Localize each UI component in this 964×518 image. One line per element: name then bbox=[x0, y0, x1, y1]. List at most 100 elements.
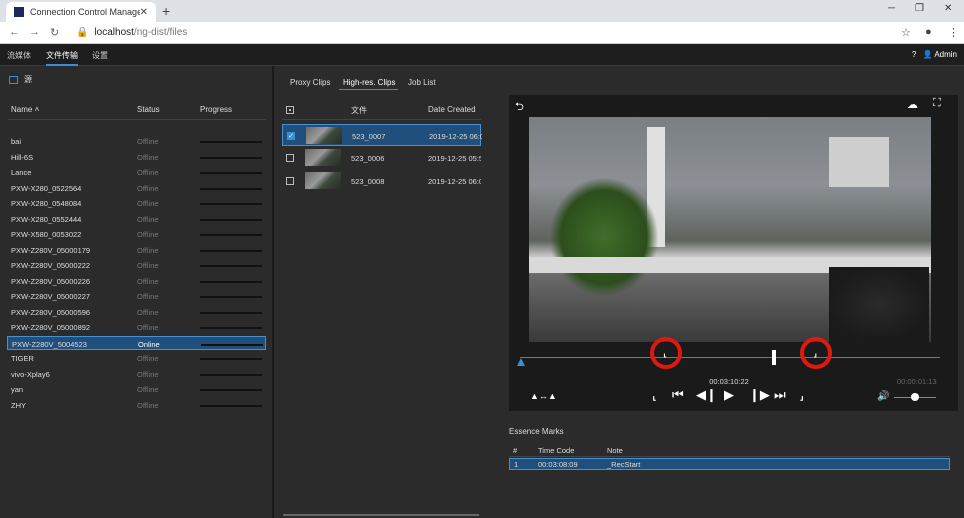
device-status: Offline bbox=[137, 183, 159, 193]
device-progress-bar bbox=[201, 343, 263, 346]
mark-out-icon[interactable]: ⸥ bbox=[813, 346, 817, 359]
window-close-icon[interactable]: ✕ bbox=[944, 3, 952, 14]
go-to-start-icon[interactable]: ⏮ bbox=[672, 387, 684, 403]
device-name: Hill-6S bbox=[11, 152, 34, 162]
set-in-point-icon[interactable]: ⸤ bbox=[652, 387, 657, 403]
video-frame[interactable] bbox=[529, 117, 931, 342]
video-chair bbox=[829, 267, 929, 342]
step-forward-icon[interactable]: ❙▶ bbox=[749, 387, 770, 403]
device-row[interactable]: bai Offline bbox=[7, 134, 266, 148]
device-status: Offline bbox=[137, 307, 159, 317]
tab-job-list[interactable]: Job List bbox=[408, 78, 436, 87]
video-plant bbox=[549, 177, 659, 297]
device-name: yan bbox=[11, 385, 24, 394]
timeline-start-marker-icon[interactable] bbox=[517, 358, 525, 366]
device-status: Offline bbox=[137, 400, 159, 410]
clip-checkbox[interactable] bbox=[286, 154, 294, 162]
play-icon[interactable]: ▶ bbox=[724, 387, 734, 403]
nav-file-transfer[interactable]: 文件传输 bbox=[46, 50, 78, 66]
device-status: Offline bbox=[137, 369, 159, 379]
clip-thumbnail[interactable] bbox=[305, 172, 341, 189]
playhead[interactable] bbox=[772, 350, 776, 365]
device-row[interactable]: PXW-X580_0053022 Offline bbox=[7, 227, 266, 241]
device-row[interactable]: vivo-Xplay6 Offline bbox=[7, 367, 266, 381]
clip-name: 523_0006 bbox=[351, 154, 385, 163]
device-row[interactable]: TIGER Offline bbox=[7, 351, 266, 365]
admin-menu[interactable]: ? 👤 Admin bbox=[912, 50, 957, 59]
device-name: PXW-X580_0053022 bbox=[11, 230, 82, 239]
clip-checkbox[interactable]: ✓ bbox=[287, 132, 295, 140]
clip-thumbnail[interactable] bbox=[306, 127, 342, 144]
forward-icon[interactable]: → bbox=[29, 26, 40, 38]
horizontal-scrollbar[interactable] bbox=[283, 514, 479, 516]
device-row[interactable]: PXW-X280_0548084 Offline bbox=[7, 196, 266, 210]
cloud-upload-icon[interactable]: ☁ bbox=[907, 98, 918, 111]
status-column-header[interactable]: Status bbox=[137, 105, 160, 114]
url-field[interactable]: 🔒 localhost/ng-dist/files bbox=[76, 27, 187, 38]
clip-row[interactable]: 523_0006 2019-12-25 05:5 bbox=[282, 147, 481, 169]
essence-row-tc: 00:03:08:09 bbox=[538, 460, 578, 469]
progress-column-header[interactable]: Progress bbox=[200, 105, 232, 114]
device-row[interactable]: PXW-Z280V_05000226 Offline bbox=[7, 274, 266, 288]
clip-checkbox[interactable] bbox=[286, 177, 294, 185]
new-tab-button[interactable]: + bbox=[162, 3, 170, 19]
minimize-icon[interactable]: ─ bbox=[888, 3, 895, 14]
browser-tab[interactable]: Connection Control Manager ✕ bbox=[6, 2, 156, 22]
bookmark-star-icon[interactable]: ☆ bbox=[901, 26, 911, 39]
essence-row[interactable]: 1 00:03:08:09 _RecStart bbox=[509, 458, 950, 470]
volume-icon[interactable]: 🔊 bbox=[877, 391, 889, 402]
device-progress-bar bbox=[200, 358, 262, 360]
device-name: PXW-Z280V_05000227 bbox=[11, 292, 91, 301]
timeline-track[interactable] bbox=[520, 357, 940, 358]
device-progress-bar bbox=[200, 296, 262, 298]
clip-row[interactable]: 523_0008 2019-12-25 06:0 bbox=[282, 170, 481, 192]
nav-settings[interactable]: 设置 bbox=[92, 50, 108, 61]
device-row[interactable]: Hill-6S Offline bbox=[7, 150, 266, 164]
device-row[interactable]: PXW-X280_0552444 Offline bbox=[7, 212, 266, 226]
device-row[interactable]: ZHY Offline bbox=[7, 398, 266, 412]
tab-proxy-clips[interactable]: Proxy Clips bbox=[290, 78, 330, 87]
clip-date: 2019-12-25 06:0 bbox=[428, 177, 481, 186]
fullscreen-icon[interactable]: ⛶ bbox=[933, 97, 941, 110]
mark-in-icon[interactable]: ⸤ bbox=[663, 346, 667, 359]
back-icon[interactable]: ← bbox=[9, 26, 20, 38]
user-icon: 👤 bbox=[922, 50, 933, 59]
device-row[interactable]: PXW-Z280V_05000222 Offline bbox=[7, 258, 266, 272]
device-row[interactable]: PXW-Z280V_05000179 Offline bbox=[7, 243, 266, 257]
admin-label: Admin bbox=[934, 50, 957, 59]
device-status: Offline bbox=[137, 152, 159, 162]
go-to-end-icon[interactable]: ⏭ bbox=[774, 387, 786, 403]
tab-close-icon[interactable]: ✕ bbox=[140, 7, 148, 18]
file-column-header[interactable]: 文件 bbox=[351, 105, 367, 116]
clip-thumbnail[interactable] bbox=[305, 149, 341, 166]
volume-knob[interactable] bbox=[911, 393, 919, 401]
in-out-range-icon[interactable]: ▲↔▲ bbox=[530, 391, 557, 401]
help-icon[interactable]: ? bbox=[912, 50, 916, 59]
select-all-checkbox[interactable] bbox=[286, 106, 294, 114]
device-row[interactable]: Lance Offline bbox=[7, 165, 266, 179]
device-row[interactable]: PXW-X280_0522564 Offline bbox=[7, 181, 266, 195]
profile-icon[interactable]: ● bbox=[925, 26, 932, 38]
clip-date: 2019-12-25 05:5 bbox=[428, 154, 481, 163]
reload-icon[interactable]: ↻ bbox=[50, 26, 59, 39]
device-row[interactable]: PXW-Z280V_05000596 Offline bbox=[7, 305, 266, 319]
device-row[interactable]: yan Offline bbox=[7, 382, 266, 396]
device-row[interactable]: PXW-Z280V_05000227 Offline bbox=[7, 289, 266, 303]
clip-row[interactable]: ✓ 523_0007 2019-12-25 06:0 bbox=[282, 124, 482, 146]
date-column-header[interactable]: Date Created bbox=[428, 105, 476, 114]
clip-header-divider bbox=[282, 119, 481, 120]
back-arrow-icon[interactable]: ⮌ bbox=[515, 98, 524, 117]
tab-high-res-clips[interactable]: High-res. Clips bbox=[343, 78, 395, 87]
set-out-point-icon[interactable]: ⸥ bbox=[799, 387, 804, 403]
device-row[interactable]: PXW-Z280V_05000892 Offline bbox=[7, 320, 266, 334]
name-column-header[interactable]: Name ˄ bbox=[11, 105, 39, 114]
device-status: Offline bbox=[137, 137, 159, 146]
restore-icon[interactable]: ❐ bbox=[915, 3, 924, 14]
browser-tab-bar: Connection Control Manager ✕ + ─ ❐ ✕ bbox=[0, 0, 964, 22]
browser-menu-icon[interactable]: ⋮ bbox=[948, 26, 959, 39]
device-status: Online bbox=[138, 339, 160, 349]
device-row[interactable]: PXW-Z280V_5004523 Online bbox=[7, 335, 266, 350]
essence-num-header: # bbox=[513, 446, 518, 455]
nav-streaming[interactable]: 流媒体 bbox=[7, 50, 31, 61]
step-back-icon[interactable]: ◀❙ bbox=[696, 387, 717, 403]
